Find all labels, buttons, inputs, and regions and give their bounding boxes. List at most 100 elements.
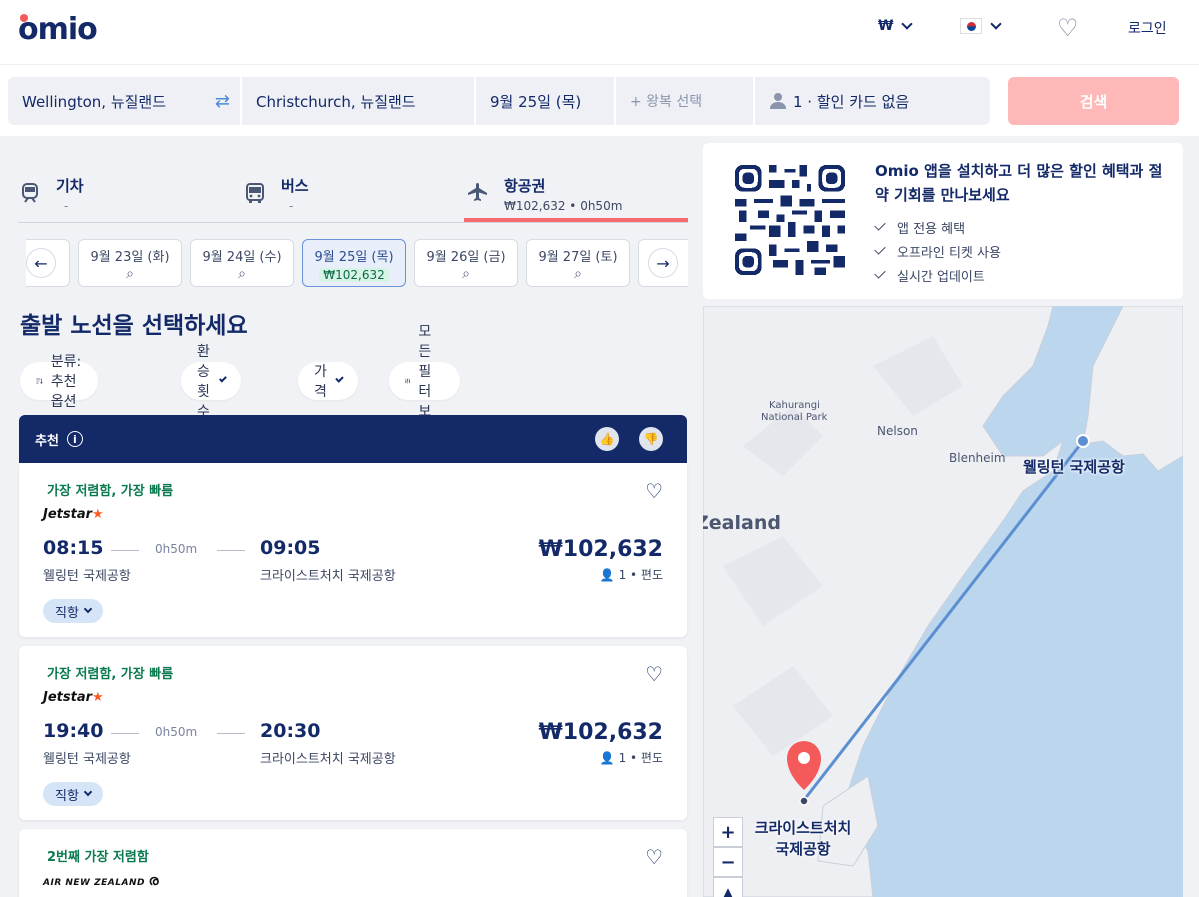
zoom-in-button[interactable]: + [713, 817, 743, 847]
airline-name: Jetstar [43, 507, 93, 522]
tab-train-sub: - [64, 199, 69, 213]
star-icon: ★ [92, 507, 104, 522]
stops-toggle[interactable]: 직항 [43, 599, 103, 623]
date-option[interactable]: 9월 26일 (금) ⌕ [414, 239, 518, 287]
passenger-field[interactable]: 1 · 할인 카드 없음 [755, 77, 990, 125]
departure-date-value: 9월 25일 (목) [490, 92, 582, 111]
map-label: National Park [761, 412, 828, 423]
origin-marker[interactable] [1076, 434, 1090, 448]
tab-train[interactable]: 기차 - [18, 165, 84, 223]
date-option[interactable]: 9월 23일 (화) ⌕ [78, 239, 182, 287]
person-icon: 👤 [599, 568, 615, 582]
result-card[interactable]: 가장 저렴함, 가장 빠름 ♡ Jetstar★ 19:40 0h50m 20:… [19, 646, 687, 820]
departure-date-field[interactable]: 9월 25일 (목) [476, 77, 614, 125]
map-label: Zealand [703, 512, 781, 534]
info-icon[interactable]: i [66, 431, 83, 447]
result-card[interactable]: 2번째 가장 저렴함 ♡ AIR NEW ZEALAND ര [19, 829, 687, 897]
chevron-down-icon [83, 604, 93, 613]
tab-flights-label: 항공권 [504, 177, 546, 195]
promo-benefit-item: 앱 전용 혜택 [874, 215, 1001, 239]
date-option[interactable]: 9월 27일 (토) ⌕ [526, 239, 630, 287]
result-tag: 가장 저렴함, 가장 빠름 [47, 667, 174, 682]
date-label: 9월 27일 (토) [538, 250, 618, 265]
arrival-station: 크라이스트처치 국제공항 [260, 752, 396, 767]
arrow-left-icon[interactable]: ← [26, 248, 56, 278]
destination-city-line1: 크라이스트처치 [754, 819, 852, 837]
airline-logo: Jetstar★ [43, 507, 104, 522]
date-selector: ← 9월 23일 (화) ⌕ 9월 24일 (수) ⌕ 9월 25일 (목) ₩… [18, 239, 688, 289]
bus-icon [246, 183, 264, 203]
duration: 0h50m [155, 725, 198, 739]
return-date-field[interactable]: + 왕복 선택 [616, 77, 753, 125]
date-price: ₩102,632 [319, 268, 389, 282]
duration-line [217, 733, 245, 734]
airline-name: AIR NEW ZEALAND [43, 878, 145, 888]
login-link[interactable]: 로그인 [1128, 18, 1167, 38]
omio-logo[interactable]: omio [18, 12, 98, 47]
chevron-down-icon [335, 374, 344, 383]
currency-selector[interactable]: ₩ [878, 17, 914, 34]
heart-icon[interactable]: ♡ [645, 845, 663, 869]
duration-line [217, 550, 245, 551]
top-header: omio ₩ ♡ 로그인 [0, 0, 1199, 64]
map-label: Nelson [877, 424, 918, 438]
departure-station: 웰링턴 국제공항 [43, 569, 131, 584]
sort-button[interactable]: 분류: 추천 옵션 [20, 354, 98, 410]
thumbs-down-icon[interactable]: 👎 [639, 427, 663, 451]
airline-logo: Jetstar★ [43, 690, 104, 705]
stops-label: 직항 [55, 605, 79, 621]
tab-train-label: 기차 [56, 177, 84, 195]
arrival-time: 20:30 [260, 720, 321, 742]
result-card[interactable]: 가장 저렴함, 가장 빠름 ♡ Jetstar★ 08:15 0h50m 09:… [19, 463, 687, 637]
language-selector[interactable] [960, 17, 1002, 34]
thumbs-up-icon[interactable]: 👍 [595, 427, 619, 451]
arrow-right-icon[interactable]: → [648, 248, 678, 278]
transfers-filter[interactable]: 환승횟수 [181, 344, 241, 420]
tab-bus-sub: - [289, 199, 294, 213]
result-price: ₩102,632 [538, 537, 663, 562]
destination-field[interactable]: Christchurch, 뉴질랜드 [242, 77, 474, 125]
stops-toggle[interactable]: 직항 [43, 782, 103, 806]
passenger-info: 👤 1 • 편도 [600, 749, 663, 766]
all-filters-button[interactable]: 모든 필터 보기 [389, 324, 460, 440]
result-tag: 2번째 가장 저렴함 [47, 850, 149, 865]
date-label: 9월 24일 (수) [202, 250, 282, 265]
check-icon [874, 219, 886, 231]
currency-symbol: ₩ [878, 18, 894, 34]
date-option-selected[interactable]: 9월 25일 (목) ₩102,632 [302, 239, 406, 287]
heart-icon[interactable]: ♡ [645, 662, 663, 686]
search-button[interactable]: 검색 [1008, 77, 1179, 125]
destination-city-line2: 국제공항 [775, 840, 831, 858]
price-label: 가격 [314, 364, 327, 400]
search-icon: ⌕ [462, 266, 470, 282]
chevron-down-icon [901, 17, 914, 30]
result-price: ₩102,632 [538, 720, 663, 745]
swap-icon[interactable]: ⇄ [215, 91, 230, 112]
origin-field[interactable]: Wellington, 뉴질랜드 ⇄ [8, 77, 240, 125]
date-option[interactable]: 9월 24일 (수) ⌕ [190, 239, 294, 287]
duration: 0h50m [155, 542, 198, 556]
pax-label: 1 • 편도 [618, 568, 663, 582]
date-label: 9월 23일 (화) [90, 250, 170, 265]
check-icon [874, 243, 886, 255]
passenger-value: 1 · 할인 카드 없음 [793, 92, 910, 111]
koru-icon: ര [148, 873, 160, 889]
zoom-out-button[interactable]: − [713, 847, 743, 877]
tab-bus[interactable]: 버스 - [243, 165, 309, 223]
route-map[interactable]: Kahurangi National Park Nelson Blenheim … [703, 306, 1183, 897]
recommended-header: 추천 i 👍 👎 [19, 415, 687, 463]
heart-icon[interactable]: ♡ [645, 479, 663, 503]
airline-name: Jetstar [43, 690, 93, 705]
price-filter[interactable]: 가격 [298, 362, 358, 400]
date-label: 9월 25일 (목) [314, 250, 394, 265]
qr-code-icon [735, 165, 845, 275]
promo-benefit-label: 오프라인 티켓 사용 [897, 245, 1001, 261]
favorites-heart-icon[interactable]: ♡ [1057, 14, 1079, 42]
promo-benefits: 앱 전용 혜택 오프라인 티켓 사용 실시간 업데이트 [874, 215, 1001, 287]
compass-icon[interactable]: ▲ [713, 877, 743, 897]
destination-city-label: 크라이스트처치 국제공항 [743, 818, 863, 860]
travel-mode-tabs: 기차 - 버스 - 항공권 ₩102,632 • 0h50m [18, 165, 688, 223]
airline-logo: AIR NEW ZEALAND ര [43, 873, 159, 889]
stops-label: 직항 [55, 788, 79, 804]
tab-flights[interactable]: 항공권 ₩102,632 • 0h50m [466, 165, 622, 223]
